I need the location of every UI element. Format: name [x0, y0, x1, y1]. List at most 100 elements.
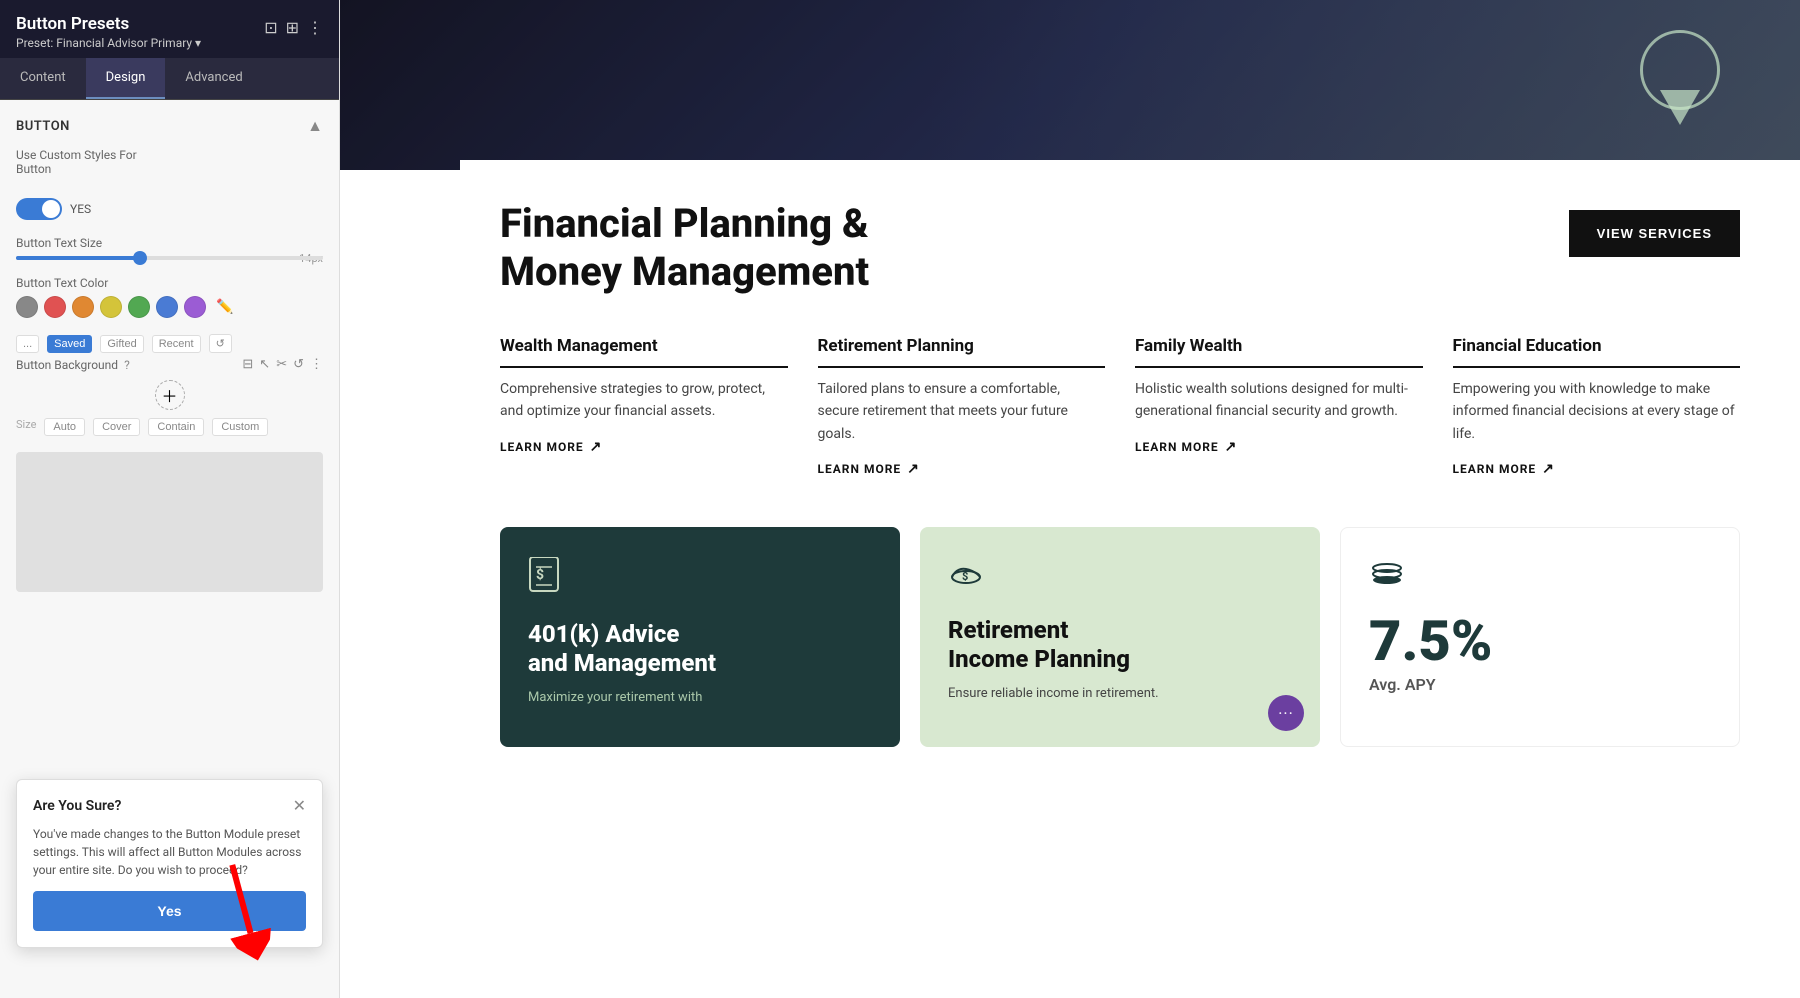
- confirm-title: Are You Sure?: [33, 798, 121, 814]
- purple-avatar: ···: [1268, 695, 1304, 731]
- color-swatch-green[interactable]: [128, 296, 150, 318]
- bg-label: Button Background: [16, 358, 118, 372]
- text-color-row: Button Text Color ✏️: [16, 276, 323, 318]
- bg-size-cover[interactable]: Cover: [93, 418, 140, 436]
- service-card-text-education: Empowering you with knowledge to make in…: [1453, 378, 1741, 445]
- learn-more-wealth[interactable]: LEARN MORE ↗: [500, 439, 788, 455]
- recent-btn[interactable]: Recent: [152, 335, 201, 353]
- svg-text:$: $: [962, 570, 968, 583]
- income-icon: $: [948, 557, 1292, 596]
- bg-label-row: Button Background ? ⊟ ↖ ✂ ↺ ⋮: [16, 357, 323, 372]
- service-card-retirement: Retirement Planning Tailored plans to en…: [818, 336, 1106, 477]
- hero-section: [340, 0, 1800, 170]
- confirm-close-icon[interactable]: ✕: [293, 796, 306, 815]
- saved-row: ... Saved Gifted Recent ↺: [16, 334, 323, 353]
- bottom-card-stat: 7.5% Avg. APY: [1340, 527, 1740, 747]
- confirm-header: Are You Sure? ✕: [33, 796, 306, 815]
- content-box: Financial Planning &Money Management VIE…: [460, 160, 1800, 787]
- slider-label: Button Text Size: [16, 236, 323, 250]
- bg-icons: ⊟ ↖ ✂ ↺ ⋮: [242, 357, 323, 372]
- color-label: Button Text Color: [16, 276, 323, 290]
- color-swatches: ✏️: [16, 296, 323, 318]
- panel-subtitle[interactable]: Preset: Financial Advisor Primary ▾: [16, 36, 201, 50]
- bg-undo-icon[interactable]: ↺: [293, 357, 304, 372]
- heading-row: Financial Planning &Money Management VIE…: [500, 200, 1740, 296]
- service-card-title-education: Financial Education: [1453, 336, 1741, 368]
- income-text: Ensure reliable income in retirement.: [948, 684, 1292, 705]
- section-header: Button ▲: [16, 116, 323, 136]
- tab-design[interactable]: Design: [86, 58, 166, 99]
- panel-tabs: Content Design Advanced: [0, 58, 339, 100]
- text-size-slider-row: Button Text Size 14px: [16, 236, 323, 260]
- service-card-title-wealth: Wealth Management: [500, 336, 788, 368]
- more-icon[interactable]: ⋮: [307, 18, 323, 37]
- preview-box: [16, 452, 323, 592]
- color-swatch-purple[interactable]: [184, 296, 206, 318]
- color-swatch-yellow[interactable]: [100, 296, 122, 318]
- color-swatch-red[interactable]: [44, 296, 66, 318]
- svg-text:$: $: [536, 566, 544, 583]
- bg-more-icon[interactable]: ⋮: [310, 357, 323, 372]
- toggle-label: Use Custom Styles ForButton: [16, 148, 137, 176]
- learn-more-family[interactable]: LEARN MORE ↗: [1135, 439, 1423, 455]
- bg-layers-icon[interactable]: ⊟: [242, 357, 253, 372]
- color-swatch-orange[interactable]: [72, 296, 94, 318]
- slider-track[interactable]: [16, 256, 323, 260]
- bg-size-contain[interactable]: Contain: [148, 418, 204, 436]
- stat-icon: [1369, 558, 1711, 593]
- bottom-card-401k: $ 401(k) Adviceand Management Maximize y…: [500, 527, 900, 747]
- bg-cut-icon[interactable]: ✂: [276, 357, 287, 372]
- bg-circle-btn[interactable]: ＋: [155, 380, 185, 410]
- learn-more-retirement[interactable]: LEARN MORE ↗: [818, 461, 1106, 477]
- bg-size-row: Size Auto Cover Contain Custom: [16, 418, 323, 436]
- saved-btn[interactable]: Saved: [47, 335, 92, 353]
- big-label: Avg. APY: [1369, 675, 1711, 694]
- color-picker-icon[interactable]: ✏️: [216, 299, 233, 315]
- service-card-wealth: Wealth Management Comprehensive strategi…: [500, 336, 788, 477]
- service-card-title-family: Family Wealth: [1135, 336, 1423, 368]
- confirm-text: You've made changes to the Button Module…: [33, 825, 306, 879]
- bg-cursor-icon[interactable]: ↖: [259, 357, 270, 372]
- reset-btn[interactable]: ↺: [209, 334, 232, 353]
- toggle-switch-row: YES: [16, 198, 323, 220]
- service-card-text-retirement: Tailored plans to ensure a comfortable, …: [818, 378, 1106, 445]
- color-swatch-gray[interactable]: [16, 296, 38, 318]
- bg-size-auto[interactable]: Auto: [44, 418, 85, 436]
- columns-icon[interactable]: ⊞: [286, 18, 299, 37]
- bg-size-custom[interactable]: Custom: [212, 418, 268, 436]
- left-panel: Button Presets Preset: Financial Advisor…: [0, 0, 340, 998]
- hero-triangle-decoration: [1660, 90, 1700, 125]
- panel-title: Button Presets: [16, 14, 201, 34]
- service-card-text-family: Holistic wealth solutions designed for m…: [1135, 378, 1423, 423]
- dots-btn[interactable]: ...: [16, 335, 39, 353]
- custom-styles-toggle[interactable]: [16, 198, 62, 220]
- tab-content[interactable]: Content: [0, 58, 86, 99]
- color-swatch-blue[interactable]: [156, 296, 178, 318]
- avatar-dots: ···: [1278, 704, 1294, 723]
- gifted-btn[interactable]: Gifted: [100, 335, 143, 353]
- custom-styles-toggle-row: Use Custom Styles ForButton: [16, 148, 323, 182]
- section-collapse-icon[interactable]: ▲: [307, 116, 323, 136]
- income-title: RetirementIncome Planning: [948, 616, 1292, 674]
- arrow-icon-family: ↗: [1225, 439, 1238, 455]
- section-title: Button: [16, 119, 70, 134]
- panel-header: Button Presets Preset: Financial Advisor…: [0, 0, 339, 58]
- big-number: 7.5%: [1369, 613, 1711, 669]
- view-services-button[interactable]: VIEW SERVICES: [1569, 210, 1740, 257]
- service-card-title-retirement: Retirement Planning: [818, 336, 1106, 368]
- arrow-icon-wealth: ↗: [590, 439, 603, 455]
- learn-more-education[interactable]: LEARN MORE ↗: [1453, 461, 1741, 477]
- fullscreen-icon[interactable]: ⊡: [264, 18, 277, 37]
- panel-header-icons: ⊡ ⊞ ⋮: [264, 18, 323, 37]
- bg-size-label: Size: [16, 418, 36, 436]
- arrow-icon-retirement: ↗: [907, 461, 920, 477]
- toggle-value-label: YES: [70, 202, 91, 216]
- bg-question-icon[interactable]: ?: [124, 358, 130, 372]
- slider-thumb[interactable]: [133, 251, 147, 265]
- toggle-knob: [42, 200, 60, 218]
- 401k-icon: $: [528, 557, 872, 600]
- bottom-cards: $ 401(k) Adviceand Management Maximize y…: [500, 527, 1740, 747]
- main-heading: Financial Planning &Money Management: [500, 200, 869, 296]
- tab-advanced[interactable]: Advanced: [165, 58, 262, 99]
- 401k-text: Maximize your retirement with: [528, 688, 872, 709]
